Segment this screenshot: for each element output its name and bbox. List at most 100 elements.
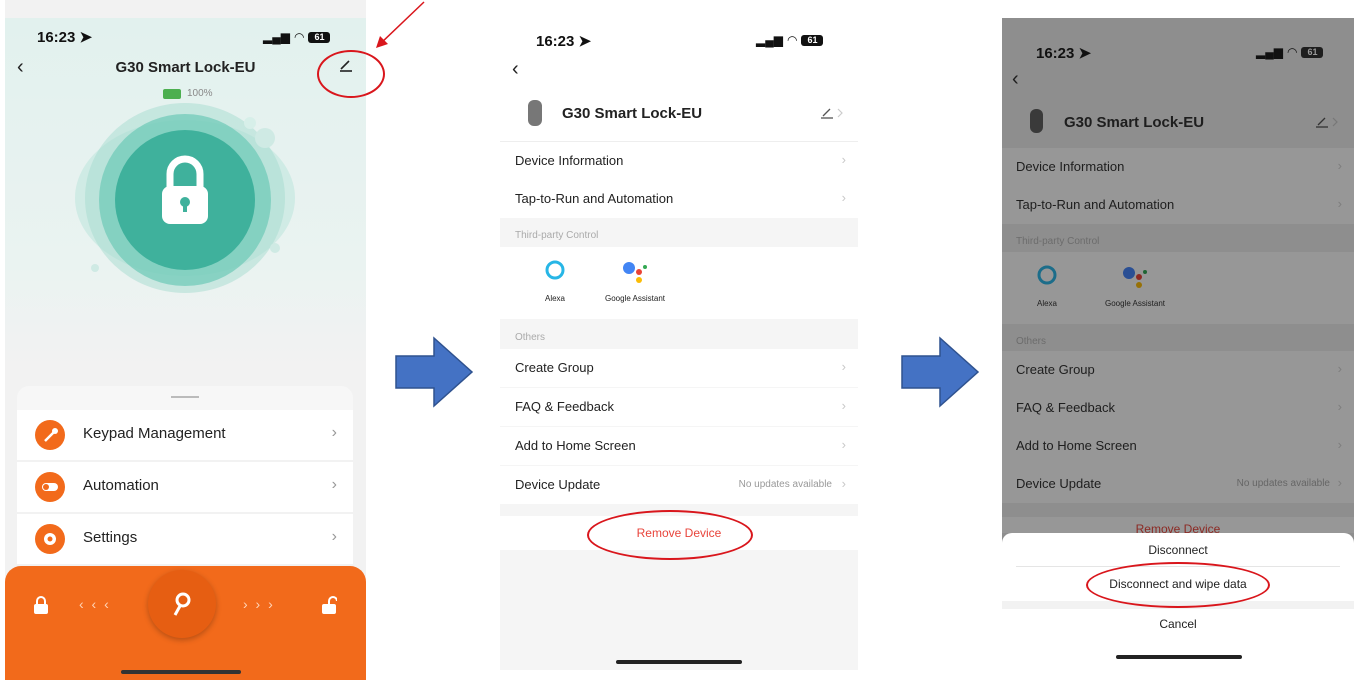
device-information-row[interactable]: Device Information › [1002, 148, 1354, 186]
chevron-right-icon: › [841, 398, 846, 413]
lock-device-icon [1030, 109, 1043, 133]
faq-feedback-row[interactable]: FAQ & Feedback › [1002, 389, 1354, 427]
others-section-label: Others [515, 332, 546, 343]
row-label: Add to Home Screen [1016, 438, 1137, 453]
device-name: G30 Smart Lock-EU [562, 105, 703, 122]
menu-label: Keypad Management [83, 425, 226, 442]
lock-device-icon [528, 100, 542, 126]
edit-icon [821, 108, 843, 119]
chevron-right-icon: › [1337, 437, 1342, 452]
lock-main-screen: 16:23 ➤ ▂▄▆ ◠ 61 ‹ G30 Smart Lock-EU 100… [5, 0, 366, 680]
rename-button[interactable] [820, 105, 846, 126]
rename-button[interactable] [1315, 114, 1341, 135]
home-indicator [616, 660, 742, 664]
pointer-arrow [376, 1, 425, 48]
unlock-key-button[interactable] [148, 570, 216, 638]
remove-device-button[interactable]: Remove Device [1002, 517, 1354, 533]
disconnect-option[interactable]: Disconnect [1002, 543, 1354, 557]
remove-device-label: Remove Device [1135, 522, 1221, 533]
chevron-right-icon: › [841, 359, 846, 374]
back-icon[interactable]: ‹ [1012, 68, 1019, 91]
third-party-section-label: Third-party Control [515, 230, 599, 241]
menu-label: Settings [83, 529, 138, 546]
lock-icon [33, 596, 49, 619]
flow-arrow-2 [901, 336, 980, 408]
google-assistant-button[interactable]: Google Assistant [586, 259, 684, 303]
alexa-label: Alexa [544, 294, 565, 303]
chevron-right-icon: › [841, 476, 846, 491]
tap-to-run-row[interactable]: Tap-to-Run and Automation › [500, 180, 858, 218]
gear-icon [35, 524, 65, 554]
row-label: Add to Home Screen [515, 438, 636, 453]
battery-level-icon [163, 88, 181, 99]
slide-right-arrows: › › › [243, 596, 275, 612]
alexa-button[interactable]: Alexa [1022, 264, 1072, 308]
wipe-highlight-oval [1086, 562, 1270, 608]
remove-highlight-oval [587, 510, 753, 560]
google-assistant-icon [1123, 267, 1147, 288]
chevron-right-icon: › [841, 437, 846, 452]
create-group-row[interactable]: Create Group › [500, 349, 858, 387]
third-party-section-label: Third-party Control [1016, 236, 1100, 247]
home-indicator [121, 670, 241, 674]
device-information-row[interactable]: Device Information › [500, 141, 858, 180]
keypad-management-item[interactable]: Keypad Management › [17, 410, 353, 460]
chevron-right-icon: › [841, 152, 846, 167]
alexa-icon [545, 260, 565, 280]
chevron-right-icon: › [331, 424, 337, 441]
chevron-right-icon: › [1337, 399, 1342, 414]
edit-icon [1316, 117, 1338, 128]
others-section-label: Others [1016, 336, 1047, 347]
back-icon[interactable]: ‹ [512, 58, 519, 81]
chevron-right-icon: › [1337, 158, 1342, 173]
edit-highlight-oval [317, 50, 385, 98]
tap-to-run-row[interactable]: Tap-to-Run and Automation › [1002, 186, 1354, 224]
create-group-row[interactable]: Create Group › [1002, 351, 1354, 389]
add-home-screen-row[interactable]: Add to Home Screen › [1002, 427, 1354, 465]
row-label: Create Group [1016, 362, 1095, 377]
unlock-bar: ‹ ‹ ‹ › › › [5, 566, 366, 680]
menu-label: Automation [83, 477, 159, 494]
alexa-label: Alexa [1036, 299, 1057, 308]
row-label: Device Information [515, 153, 624, 168]
battery-icon: 61 [801, 34, 824, 46]
slide-left-arrows: ‹ ‹ ‹ [79, 596, 111, 612]
device-name: G30 Smart Lock-EU [1064, 114, 1205, 131]
row-label: Tap-to-Run and Automation [1016, 197, 1175, 212]
chevron-right-icon: › [1337, 196, 1342, 211]
alexa-button[interactable]: Alexa [520, 259, 590, 303]
battery-icon: 61 [308, 31, 331, 43]
third-party-panel: Alexa Google Assistant [500, 247, 858, 319]
toggle-icon [35, 472, 65, 502]
row-label: Tap-to-Run and Automation [515, 191, 674, 206]
wifi-icon: ◠ [1286, 45, 1298, 59]
signal-icon: ▂▄▆ [756, 33, 783, 47]
chevron-right-icon: › [841, 190, 846, 205]
battery-icon: 61 [1301, 46, 1324, 58]
key-icon [173, 592, 191, 616]
device-update-row[interactable]: Device Update No updates available › [1002, 465, 1354, 503]
update-status: No updates available [738, 479, 832, 490]
status-icons: ▂▄▆ ◠ 61 [263, 30, 331, 44]
status-icons: ▂▄▆ ◠ 61 [1256, 45, 1324, 59]
update-status: No updates available [1236, 478, 1330, 489]
page-title: G30 Smart Lock-EU [115, 59, 256, 76]
automation-item[interactable]: Automation › [17, 462, 353, 512]
row-label: Create Group [515, 360, 594, 375]
google-assistant-label: Google Assistant [1104, 299, 1166, 308]
cancel-option[interactable]: Cancel [1002, 617, 1354, 631]
lock-status-graphic[interactable] [65, 98, 305, 298]
add-home-screen-row[interactable]: Add to Home Screen › [500, 427, 858, 465]
device-update-row[interactable]: Device Update No updates available › [500, 466, 858, 504]
google-assistant-button[interactable]: Google Assistant [1086, 264, 1184, 308]
google-assistant-label: Google Assistant [604, 294, 666, 303]
home-indicator [1116, 655, 1242, 659]
status-time: 16:23 ➤ [37, 29, 93, 46]
settings-item[interactable]: Settings › [17, 514, 353, 564]
row-label: FAQ & Feedback [1016, 400, 1115, 415]
alexa-icon [1037, 265, 1057, 285]
status-icons: ▂▄▆ ◠ 61 [756, 33, 824, 47]
row-label: FAQ & Feedback [515, 399, 614, 414]
row-label: Device Information [1016, 159, 1125, 174]
faq-feedback-row[interactable]: FAQ & Feedback › [500, 388, 858, 426]
